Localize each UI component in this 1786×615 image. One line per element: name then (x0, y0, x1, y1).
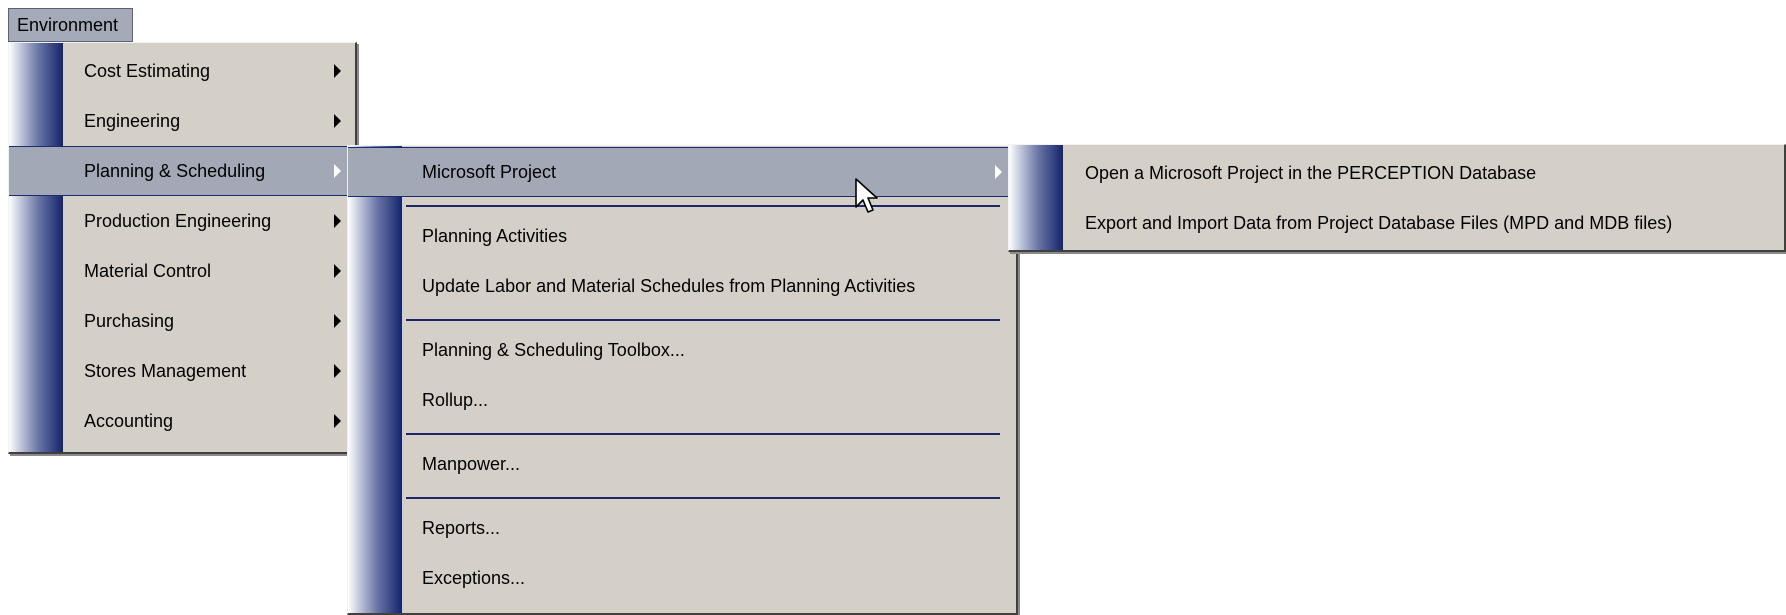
submenu-arrow-icon (334, 164, 341, 178)
menu-item-label: Export and Import Data from Project Data… (1085, 212, 1673, 233)
menu-item-label: Exceptions... (422, 567, 526, 588)
menubar-environment[interactable]: Environment (8, 8, 133, 42)
menu-item-reports[interactable]: Reports... (348, 503, 1016, 553)
menu-item-update-labor-material-schedules[interactable]: Update Labor and Material Schedules from… (348, 261, 1016, 311)
submenu-arrow-icon (334, 114, 341, 128)
menu-item-label: Open a Microsoft Project in the PERCEPTI… (1085, 162, 1537, 183)
menu-item-label: Material Control (84, 260, 212, 281)
menu-item-label: Cost Estimating (84, 60, 211, 81)
menu-item-production-engineering[interactable]: Production Engineering (9, 196, 355, 246)
microsoft-project-submenu: Open a Microsoft Project in the PERCEPTI… (1008, 144, 1786, 252)
menu-item-label: Reports... (422, 517, 501, 538)
menu-item-label: Production Engineering (84, 210, 272, 231)
mouse-cursor-icon (855, 178, 878, 213)
menu-item-label: Update Labor and Material Schedules from… (422, 275, 916, 296)
menu-separator (406, 497, 1000, 499)
planning-scheduling-submenu: Microsoft Project Planning Activities Up… (347, 145, 1018, 615)
menu-separator (406, 319, 1000, 321)
menu-separator (406, 205, 1000, 207)
submenu-arrow-icon (334, 314, 341, 328)
submenu-arrow-icon (334, 64, 341, 78)
menu-item-open-microsoft-project[interactable]: Open a Microsoft Project in the PERCEPTI… (1009, 148, 1784, 198)
menu-item-label: Planning Activities (422, 225, 568, 246)
menu-item-label: Rollup... (422, 389, 489, 410)
menu-item-label: Engineering (84, 110, 181, 131)
menu-item-rollup[interactable]: Rollup... (348, 375, 1016, 425)
submenu-arrow-icon (334, 414, 341, 428)
environment-menu: Cost Estimating Engineering Planning & S… (8, 42, 357, 454)
menu-separator (406, 433, 1000, 435)
menu-item-label: Planning & Scheduling Toolbox... (422, 339, 685, 360)
menu-item-label: Stores Management (84, 360, 247, 381)
submenu-arrow-icon (334, 264, 341, 278)
menu-item-cost-estimating[interactable]: Cost Estimating (9, 46, 355, 96)
menu-item-material-control[interactable]: Material Control (9, 246, 355, 296)
menu-item-engineering[interactable]: Engineering (9, 96, 355, 146)
menu-item-accounting[interactable]: Accounting (9, 396, 355, 446)
submenu-arrow-icon (334, 214, 341, 228)
menu-item-microsoft-project[interactable]: Microsoft Project (348, 147, 1016, 197)
submenu-arrow-icon (334, 364, 341, 378)
menu-item-label: Planning & Scheduling (84, 160, 266, 181)
menu-item-label: Manpower... (422, 453, 521, 474)
menu-item-planning-scheduling[interactable]: Planning & Scheduling (9, 146, 355, 196)
menu-item-planning-scheduling-toolbox[interactable]: Planning & Scheduling Toolbox... (348, 325, 1016, 375)
menu-item-stores-management[interactable]: Stores Management (9, 346, 355, 396)
menu-item-purchasing[interactable]: Purchasing (9, 296, 355, 346)
menu-item-label: Purchasing (84, 310, 175, 331)
submenu-arrow-icon (995, 165, 1002, 179)
menu-item-manpower[interactable]: Manpower... (348, 439, 1016, 489)
menubar-environment-label: Environment (17, 15, 119, 35)
menu-item-label: Accounting (84, 410, 174, 431)
menu-item-label: Microsoft Project (422, 161, 557, 182)
menu-item-planning-activities[interactable]: Planning Activities (348, 211, 1016, 261)
menu-item-export-import-data[interactable]: Export and Import Data from Project Data… (1009, 198, 1784, 248)
menu-item-exceptions[interactable]: Exceptions... (348, 553, 1016, 603)
